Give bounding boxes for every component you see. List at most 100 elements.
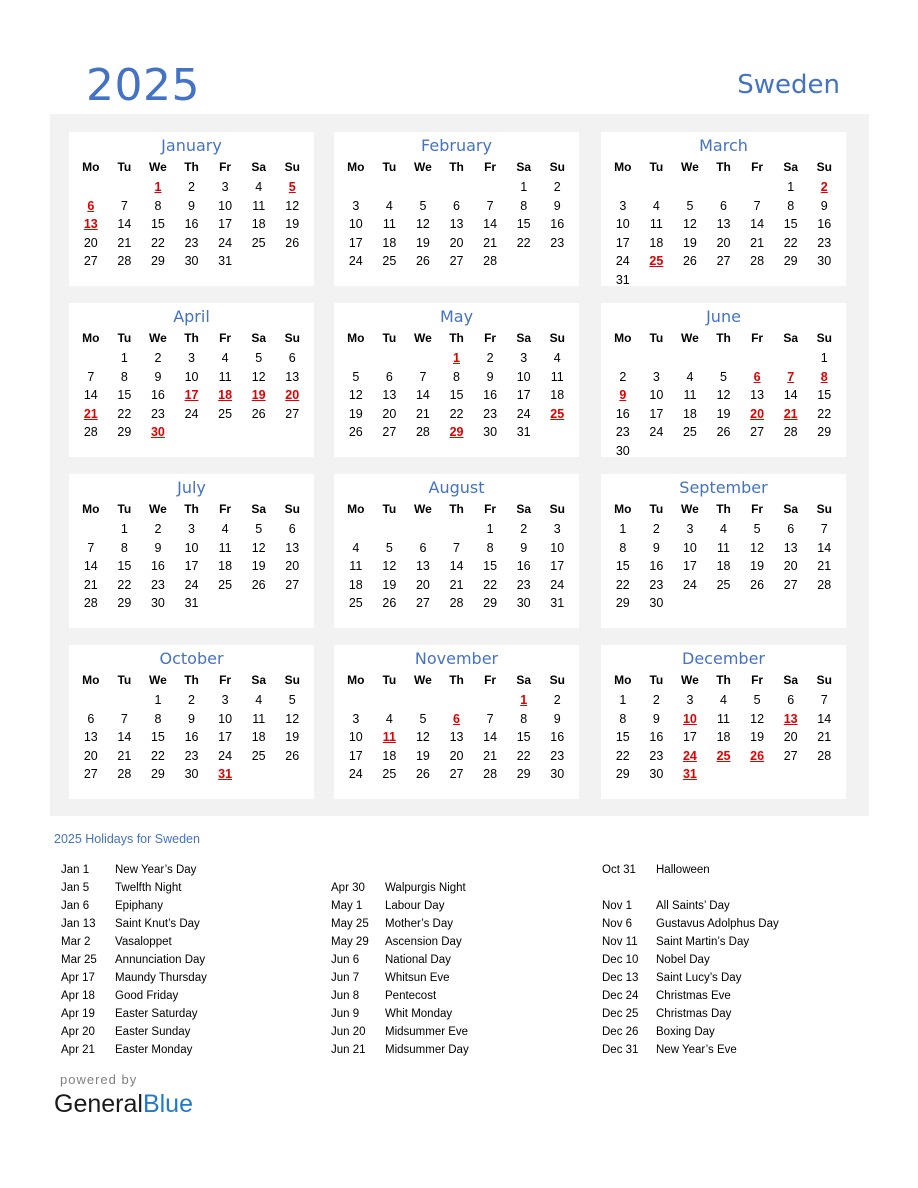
day-cell: 12 bbox=[716, 388, 731, 402]
weekday-label: Th bbox=[449, 673, 464, 687]
day-cell: 6 bbox=[419, 540, 427, 555]
day-cell: 25 bbox=[716, 577, 731, 592]
weekday-label: Su bbox=[549, 331, 565, 345]
day-cell: 13 bbox=[449, 730, 464, 744]
holidays-title: 2025 Holidays for Sweden bbox=[54, 832, 200, 846]
day-cell: 4 bbox=[385, 711, 393, 726]
day-cell: 19 bbox=[285, 730, 300, 744]
day-cell: 7 bbox=[87, 369, 95, 384]
day-cell: 9 bbox=[154, 540, 162, 555]
weekday-label: Su bbox=[816, 160, 832, 174]
holiday-date: Jun 8 bbox=[331, 990, 360, 1002]
weekday-header: Mo Tu We Th Fr Sa Su bbox=[334, 327, 579, 349]
empty-day-cell bbox=[673, 442, 707, 461]
holiday-item: May 29 Ascension Day bbox=[331, 933, 469, 951]
holiday-day-cell: 24 bbox=[682, 748, 697, 763]
day-cell: 24 bbox=[516, 406, 531, 421]
month-september: September Mo Tu We Th Fr Sa Su 1 2 3 4 5 6 7 8 9 10 11 12 13… bbox=[601, 474, 846, 628]
weekday-label: Sa bbox=[516, 502, 532, 516]
holiday-name: Midsummer Eve bbox=[385, 1026, 469, 1038]
day-cell: 27 bbox=[449, 767, 464, 781]
holiday-item: Nov 11 Saint Martin’s Day bbox=[602, 933, 779, 951]
day-cell: 30 bbox=[649, 767, 664, 781]
week-row: 1 2 3 4 5 6 bbox=[69, 349, 314, 368]
day-cell: 27 bbox=[716, 254, 731, 268]
empty-day-cell bbox=[373, 520, 407, 539]
holiday-date: Nov 1 bbox=[602, 900, 633, 912]
day-cell: 12 bbox=[750, 711, 765, 726]
week-row: 1 2 3 4 5 bbox=[69, 178, 314, 197]
day-cell: 30 bbox=[184, 254, 199, 268]
weekday-label: Tu bbox=[649, 502, 664, 516]
day-cell: 31 bbox=[550, 596, 565, 610]
empty-day-cell bbox=[774, 349, 808, 368]
day-cell: 10 bbox=[516, 369, 531, 384]
day-cell: 21 bbox=[483, 748, 498, 763]
day-cell: 26 bbox=[415, 254, 430, 268]
day-cell: 12 bbox=[750, 540, 765, 555]
holiday-name: New Year’s Eve bbox=[656, 1044, 737, 1056]
weekday-label: Su bbox=[284, 331, 300, 345]
week-row: 11 12 13 14 15 16 17 bbox=[334, 557, 579, 576]
weekday-label: Tu bbox=[382, 502, 397, 516]
empty-day-cell bbox=[440, 178, 474, 197]
holiday-name: Whit Monday bbox=[385, 1008, 453, 1020]
holiday-item: Dec 31 New Year’s Eve bbox=[602, 1041, 779, 1059]
month-may: May Mo Tu We Th Fr Sa Su 1 2 3 4 5 6 7 8 9 10 11 12 13 14 15 16… bbox=[334, 303, 579, 457]
week-row: 13 14 15 16 17 18 19 bbox=[69, 215, 314, 234]
holiday-item: May 25 Mother’s Day bbox=[331, 915, 469, 933]
day-cell: 2 bbox=[154, 522, 162, 536]
weekday-label: Tu bbox=[117, 673, 132, 687]
day-cell: 18 bbox=[348, 577, 363, 592]
day-cell: 8 bbox=[619, 540, 627, 555]
weekday-label: Th bbox=[184, 160, 199, 174]
weekday-header: Mo Tu We Th Fr Sa Su bbox=[334, 669, 579, 691]
month-title: December bbox=[682, 649, 765, 668]
day-cell: 22 bbox=[449, 406, 464, 421]
week-row: 8 9 10 11 12 13 14 bbox=[601, 710, 846, 729]
holiday-item: Jan 13 Saint Knut’s Day bbox=[61, 915, 207, 933]
day-cell: 10 bbox=[184, 369, 199, 384]
day-cell: 22 bbox=[117, 577, 132, 592]
day-cell: 6 bbox=[720, 198, 727, 213]
day-cell: 30 bbox=[817, 254, 832, 268]
week-row: 17 18 19 20 21 22 23 bbox=[334, 234, 579, 253]
day-cell: 26 bbox=[251, 406, 266, 421]
week-row: 28 29 30 bbox=[69, 423, 314, 442]
month-title: March bbox=[699, 136, 748, 155]
holiday-day-cell: 20 bbox=[285, 388, 300, 402]
holiday-day-cell: 8 bbox=[820, 369, 828, 384]
day-cell: 31 bbox=[516, 425, 531, 439]
holiday-day-cell: 18 bbox=[218, 388, 233, 402]
holiday-date: May 25 bbox=[331, 918, 369, 930]
week-row: 29 30 31 bbox=[601, 765, 846, 784]
day-cell: 2 bbox=[652, 522, 660, 536]
weekday-label: Fr bbox=[219, 673, 232, 687]
weekday-label: Mo bbox=[82, 160, 100, 174]
generalblue-logo[interactable]: GeneralBlue bbox=[54, 1090, 193, 1119]
week-row: 30 bbox=[601, 442, 846, 461]
year-title: 2025 bbox=[86, 60, 200, 111]
day-cell: 3 bbox=[686, 693, 694, 707]
day-cell: 5 bbox=[385, 540, 393, 555]
day-cell: 11 bbox=[717, 711, 731, 726]
day-cell: 25 bbox=[218, 406, 233, 421]
weekday-label: Mo bbox=[614, 502, 632, 516]
day-cell: 7 bbox=[486, 198, 494, 213]
day-cell: 19 bbox=[285, 217, 300, 231]
holiday-date: Apr 30 bbox=[331, 882, 365, 894]
day-cell: 7 bbox=[87, 540, 95, 555]
holiday-name: National Day bbox=[385, 954, 451, 966]
holiday-item: Apr 18 Good Friday bbox=[61, 987, 207, 1005]
day-cell: 6 bbox=[87, 711, 95, 726]
day-cell: 22 bbox=[117, 406, 132, 421]
holiday-name: Boxing Day bbox=[656, 1026, 715, 1038]
holiday-item bbox=[331, 861, 469, 879]
holiday-item: Jun 7 Whitsun Eve bbox=[331, 969, 469, 987]
holiday-item: Jun 8 Pentecost bbox=[331, 987, 469, 1005]
day-cell: 7 bbox=[753, 198, 761, 213]
empty-day-cell bbox=[406, 349, 440, 368]
day-cell: 28 bbox=[817, 577, 832, 592]
day-cell: 28 bbox=[750, 254, 765, 268]
day-cell: 18 bbox=[682, 406, 697, 421]
